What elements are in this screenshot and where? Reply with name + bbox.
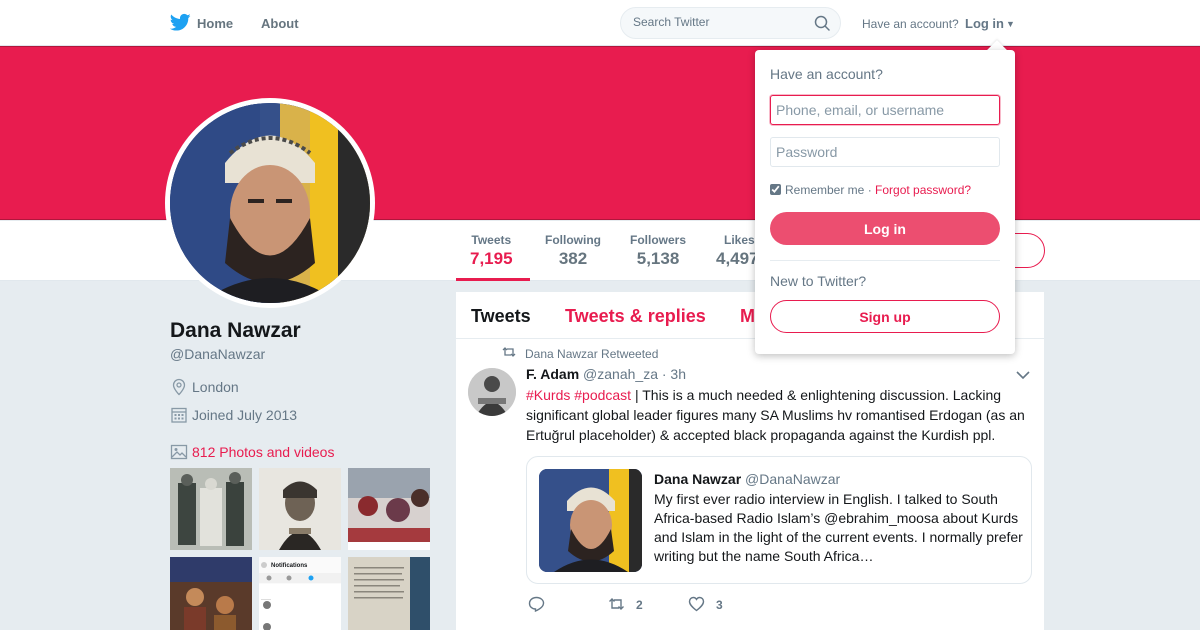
photo-thumbnail[interactable] (170, 468, 252, 550)
location-pin-icon (172, 378, 186, 396)
stat-value: 7,195 (470, 249, 513, 268)
retweet-context-text: Dana Nawzar Retweeted (525, 347, 659, 361)
stat-tweets[interactable]: Tweets 7,195 (470, 233, 513, 269)
separator-dot: · (864, 183, 876, 197)
twitter-bird-icon[interactable] (170, 13, 191, 32)
tab-tweets[interactable]: Tweets (471, 306, 531, 327)
tweet-author-handle[interactable]: @zanah_za (583, 366, 658, 382)
quoted-tweet-header: Dana Nawzar @DanaNawzar (654, 471, 840, 487)
heart-icon (688, 596, 705, 612)
photo-thumbnail[interactable] (170, 557, 252, 630)
quoted-author-name: Dana Nawzar (654, 471, 742, 487)
search-box[interactable] (620, 7, 841, 39)
login-dropdown-title: Have an account? (770, 66, 883, 82)
login-toggle-label: Log in (965, 16, 1004, 31)
quoted-author-handle: @DanaNawzar (745, 471, 841, 487)
tweet-author-avatar[interactable] (468, 368, 516, 416)
stat-label: Following (545, 233, 601, 247)
tab-tweets-replies[interactable]: Tweets & replies (565, 306, 706, 327)
photo-thumbnail[interactable]: Notifications (259, 557, 341, 630)
login-button[interactable]: Log in (770, 212, 1000, 245)
location-text: London (192, 379, 239, 395)
joined-text: Joined July 2013 (192, 407, 298, 423)
photo-icon (170, 444, 188, 460)
forgot-password-link[interactable]: Forgot password? (875, 183, 971, 197)
profile-avatar[interactable] (165, 98, 375, 308)
tweet-text: #Kurds #podcast | This is a much needed … (526, 385, 1031, 445)
chevron-down-icon: ▼ (1006, 19, 1015, 29)
nav-home-link[interactable]: Home (197, 16, 233, 31)
have-account-text: Have an account? (862, 17, 959, 31)
stat-value: 5,138 (636, 249, 680, 268)
stat-followers[interactable]: Followers 5,138 (630, 233, 686, 269)
tweet-header: F. Adam @zanah_za · 3h (526, 366, 686, 382)
retweet-count: 2 (636, 598, 643, 612)
like-count: 3 (716, 598, 723, 612)
profile-handle[interactable]: @DanaNawzar (170, 346, 265, 362)
reply-icon (528, 596, 545, 612)
hashtag-link[interactable]: #podcast (574, 387, 631, 403)
stat-label: Followers (630, 233, 687, 247)
login-toggle[interactable]: Log in ▼ (965, 16, 1015, 31)
svg-text:Notifications: Notifications (271, 563, 308, 569)
active-stat-indicator (456, 278, 530, 281)
hashtag-link[interactable]: #Kurds (526, 387, 570, 403)
search-input[interactable] (633, 15, 803, 29)
quoted-tweet-image (539, 469, 642, 572)
quoted-tweet[interactable]: Dana Nawzar @DanaNawzar My first ever ra… (526, 456, 1032, 584)
photo-thumbnail[interactable] (348, 468, 430, 550)
stat-following[interactable]: Following 382 (545, 233, 601, 269)
chevron-down-icon[interactable] (1016, 370, 1030, 380)
profile-name[interactable]: Dana Nawzar (170, 319, 301, 343)
remember-me-checkbox[interactable] (770, 184, 781, 195)
calendar-icon (171, 407, 187, 423)
tab-media[interactable]: Media (740, 306, 756, 327)
search-icon[interactable] (814, 15, 830, 31)
stat-label: Tweets (471, 233, 512, 247)
photo-thumbnail[interactable] (348, 557, 430, 630)
login-dropdown: Have an account? Remember me · Forgot pa… (755, 50, 1015, 354)
remember-me-label[interactable]: Remember me (785, 183, 864, 197)
top-navigation: Home About Have an account? Log in▼ (0, 0, 1200, 46)
username-field[interactable] (770, 95, 1000, 125)
tweet-author-name[interactable]: F. Adam (526, 366, 579, 382)
quoted-tweet-text: My first ever radio interview in English… (654, 491, 1023, 564)
retweet-icon (502, 347, 516, 357)
password-field[interactable] (770, 137, 1000, 167)
avatar-photo (170, 103, 370, 303)
signup-button[interactable]: Sign up (770, 300, 1000, 333)
remember-me-row: Remember me · Forgot password? (770, 183, 971, 197)
photos-videos-label: 812 Photos and videos (192, 444, 335, 460)
divider (770, 260, 1000, 261)
new-to-twitter-text: New to Twitter? (770, 273, 867, 289)
stat-value: 382 (558, 249, 588, 268)
photo-thumbnail[interactable] (259, 468, 341, 550)
nav-about-link[interactable]: About (261, 16, 299, 31)
retweet-icon (609, 598, 624, 610)
tweet-timestamp[interactable]: · 3h (662, 366, 686, 382)
